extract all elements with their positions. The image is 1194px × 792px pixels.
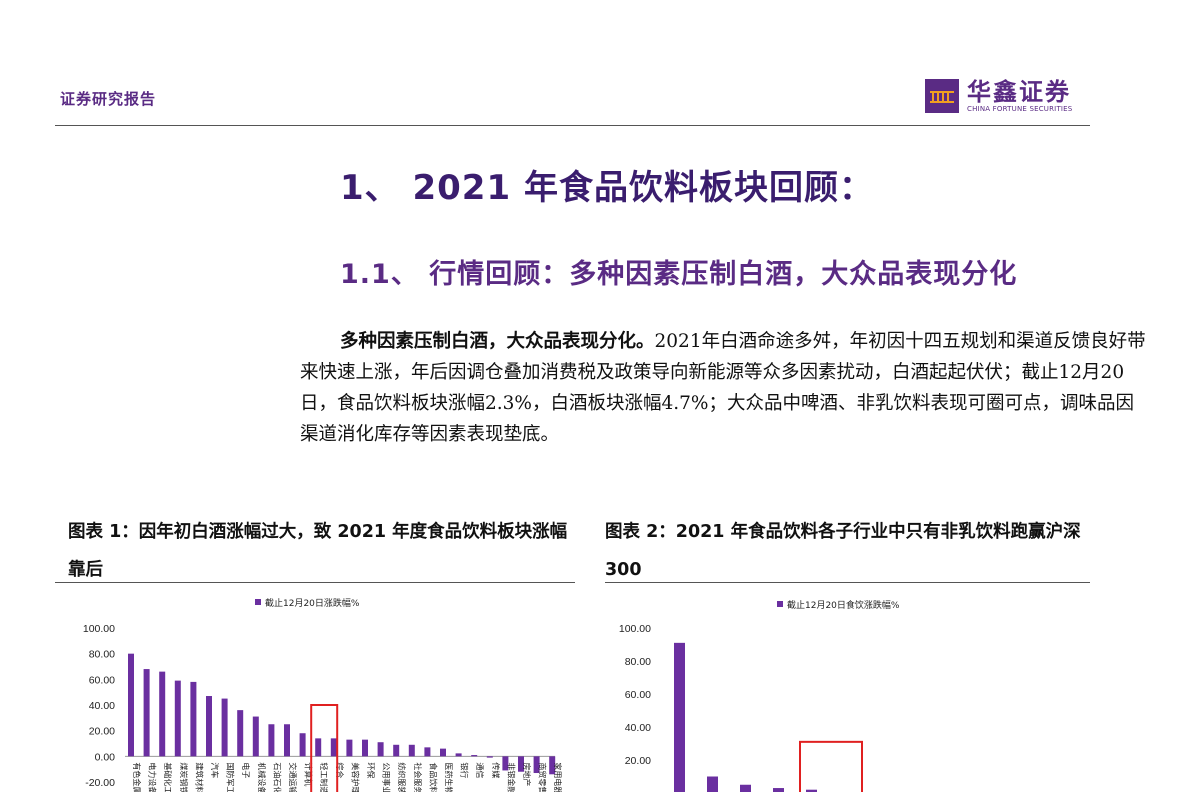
chart-2-y-tick: 80.00 xyxy=(625,656,651,668)
chart-1-bar xyxy=(284,724,290,757)
chart-2-highlight-box xyxy=(799,740,863,792)
chart-2-y-tick: 60.00 xyxy=(625,689,651,701)
chart-1-bar xyxy=(346,739,353,757)
chart-1-y-tick: 0.00 xyxy=(95,751,116,763)
chart-1-bar xyxy=(455,753,462,757)
chart-1-category-label: 电子 xyxy=(241,762,251,778)
chart-2-bar xyxy=(740,784,751,792)
chart-1-bar xyxy=(299,733,306,757)
figure-1-chart: 截止12月20日涨跌幅% 100.00 80.00 60.00 40.00 20.00 0… xyxy=(83,597,563,792)
chart-1-bar xyxy=(252,716,259,757)
figure-1-title: 图表 1：因年初白酒涨幅过大，致 2021 年度食品饮料板块涨幅靠后 xyxy=(68,522,568,580)
chart-1-bar xyxy=(330,738,337,757)
chart-1-category-label: 轻工制造 xyxy=(319,762,329,792)
chart-1-category-label: 传媒 xyxy=(491,762,501,778)
chart-1-bar xyxy=(408,744,415,757)
chart-2-bar xyxy=(773,788,784,792)
chart-1-category-label: 环保 xyxy=(366,762,376,778)
chart-1-y-tick: 100.00 xyxy=(83,623,115,635)
chart-1-y-tick: -20.00 xyxy=(85,777,115,789)
chart-1-bar xyxy=(143,669,150,757)
chart-1-category-label: 房地产 xyxy=(522,762,532,786)
logo-english-name: CHINA FORTUNE SECURITIES xyxy=(967,105,1073,113)
chart-2-y-tick: 20.00 xyxy=(625,755,651,767)
chart-1-category-label: 医药生物 xyxy=(444,762,454,792)
chart-1-category-label: 建筑材料 xyxy=(194,762,204,792)
chart-1-bar xyxy=(377,742,384,757)
chart-1-category-label: 非银金融 xyxy=(506,762,516,792)
chart-2-bar xyxy=(674,642,685,792)
chart-1-category-label: 公用事业 xyxy=(382,762,392,792)
figure-2-divider xyxy=(605,582,1090,583)
chart-2-legend: 截止12月20日食饮涨跌幅% xyxy=(787,599,900,611)
chart-1-bar xyxy=(486,756,493,758)
chart-1-category-label: 煤炭钢铁 xyxy=(179,762,189,792)
figure-2-chart: 截止12月20日食饮涨跌幅% 100.00 80.00 60.00 40.00 20.0… xyxy=(619,599,900,792)
chart-1-category-label: 家用电器 xyxy=(553,762,563,792)
chart-2-bar xyxy=(707,776,718,792)
figure-2-title: 图表 2：2021 年食品饮料各子行业中只有非乳饮料跑赢沪深 300 xyxy=(605,522,1081,580)
chart-1-category-label: 美容护理 xyxy=(350,762,360,792)
chart-1-bar xyxy=(128,653,134,757)
chart-1-bar xyxy=(393,744,400,757)
chart-2-y-tick: 40.00 xyxy=(625,722,651,734)
chart-1-category-label: 社会服务 xyxy=(413,762,423,792)
company-logo: 华鑫证券 CHINA FORTUNE SECURITIES xyxy=(925,76,1072,116)
chart-1-category-label: 机械设备 xyxy=(257,762,267,792)
logo-mark-icon xyxy=(925,79,959,113)
chart-1-bar xyxy=(471,755,478,757)
chart-1-bar xyxy=(424,747,431,757)
chart-1-bar xyxy=(174,680,181,757)
chart-1-bar xyxy=(206,696,212,757)
chart-1-category-label: 食品饮料 xyxy=(428,762,438,792)
chart-1-legend: 截止12月20日涨跌幅% xyxy=(265,597,360,609)
subsection-heading: 1.1、 行情回顾：多种因素压制白酒，大众品表现分化 xyxy=(340,259,1018,290)
chart-1-bar xyxy=(221,698,228,757)
chart-2-y-tick: 100.00 xyxy=(619,623,651,635)
chart-1-bar xyxy=(237,710,244,757)
section-heading: 1、 2021 年食品饮料板块回顾： xyxy=(340,168,874,208)
chart-1-y-tick: 60.00 xyxy=(89,674,115,686)
chart-1-category-label: 通信 xyxy=(475,762,485,778)
header-divider xyxy=(55,125,1090,126)
chart-1-category-label: 银行 xyxy=(460,762,470,778)
chart-1-category-label: 交通运输 xyxy=(288,762,298,792)
figure-1-divider xyxy=(55,582,575,583)
chart-1-y-tick: 80.00 xyxy=(89,649,115,661)
paragraph-lead: 多种因素压制白酒，大众品表现分化。 xyxy=(340,331,655,352)
chart-1-y-tick: 40.00 xyxy=(89,700,115,712)
chart-1-bar xyxy=(190,681,197,757)
chart-1-category-label: 电力设备 xyxy=(148,762,158,792)
chart-1-bar xyxy=(159,671,166,757)
chart-1-category-label: 商贸零售 xyxy=(538,762,548,792)
chart-1-category-label: 汽车 xyxy=(210,762,220,778)
chart-2-legend-swatch xyxy=(777,601,783,607)
chart-1-category-label: 纺织服装 xyxy=(397,762,407,792)
chart-1-category-label: 基础化工 xyxy=(163,762,173,792)
chart-1-bar xyxy=(268,724,275,757)
chart-1-category-label: 石油石化 xyxy=(272,762,282,792)
chart-1-category-label: 有色金属 xyxy=(132,762,142,792)
chart-1-y-tick: 20.00 xyxy=(89,726,115,738)
chart-1-bar xyxy=(362,739,368,757)
body-paragraph: 多种因素压制白酒，大众品表现分化。2021年白酒命途多舛，年初因十四五规划和渠道… xyxy=(300,326,1150,450)
chart-1-category-label: 国防军工 xyxy=(226,762,236,792)
chart-1-legend-swatch xyxy=(255,599,261,605)
chart-1-bar xyxy=(440,748,446,757)
logo-chinese-name: 华鑫证券 xyxy=(967,78,1071,106)
report-type-label: 证券研究报告 xyxy=(60,90,157,108)
chart-1-bar xyxy=(315,738,322,757)
